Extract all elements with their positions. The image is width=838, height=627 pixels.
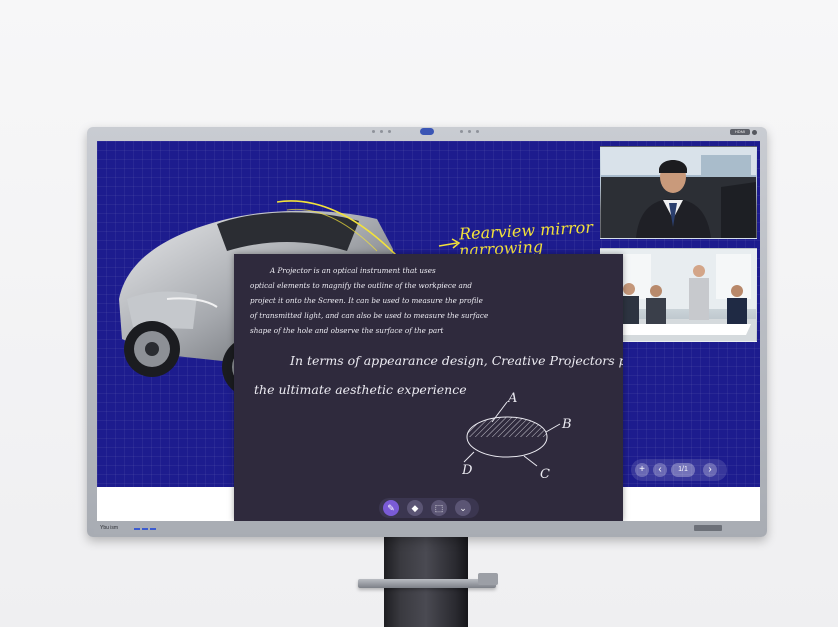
diagram-label-a: A <box>507 391 517 406</box>
microphone-dot <box>388 130 391 133</box>
lens-sketch-diagram: A B C D <box>462 391 572 482</box>
whiteboard-text-line: optical elements to magnify the outline … <box>250 281 473 290</box>
whiteboard-headline: In terms of appearance design, Creative … <box>290 353 623 368</box>
select-tool-icon[interactable]: ⬚ <box>431 500 447 516</box>
camera-icon <box>420 128 434 135</box>
control-panel <box>694 525 722 531</box>
page-navigation: + ‹ 1/1 › <box>631 459 727 481</box>
display-screen: Rearview mirror narrowing + ‹ 1/1 › A Pr… <box>97 141 760 521</box>
indicator-light <box>142 528 148 530</box>
whiteboard-text-line: project it onto the Screen. It can be us… <box>250 296 483 305</box>
indicator-light <box>150 528 156 530</box>
video-tile-meeting[interactable] <box>600 248 757 342</box>
more-options-icon[interactable]: ⌄ <box>455 500 471 516</box>
whiteboard-panel[interactable]: A Projector is an optical instrument tha… <box>234 254 623 521</box>
previous-page-button[interactable]: ‹ <box>653 463 667 477</box>
whiteboard-toolbar: ✎ ◆ ⬚ ⌄ <box>379 498 479 518</box>
stand-shelf-lip <box>478 573 498 585</box>
monitor-bottom-strip <box>94 522 764 534</box>
microphone-dot <box>380 130 383 133</box>
whiteboard-text-line: of transmitted light, and can also be us… <box>250 311 489 320</box>
diagram-label-d: D <box>462 463 473 478</box>
driver-video-image <box>601 147 756 238</box>
microphone-dot <box>372 130 375 133</box>
whiteboard-text-line: shape of the hole and observe the surfac… <box>250 326 444 335</box>
diagram-label-c: C <box>540 467 550 482</box>
page-indicator: 1/1 <box>671 463 695 477</box>
meeting-video-image <box>601 249 756 341</box>
video-tile-driver[interactable] <box>600 146 757 239</box>
diagram-label-b: B <box>561 417 572 432</box>
microphone-dot <box>468 130 471 133</box>
whiteboard-headline: the ultimate aesthetic experience <box>254 382 467 397</box>
indicator-light <box>134 528 140 530</box>
bezel-badge: HDMI <box>730 129 750 135</box>
pen-tool-icon[interactable]: ✎ <box>383 500 399 516</box>
microphone-dot <box>476 130 479 133</box>
power-indicator <box>752 130 757 135</box>
stand-shelf <box>358 579 496 588</box>
microphone-dot <box>460 130 463 133</box>
add-page-button[interactable]: + <box>635 463 649 477</box>
next-page-button[interactable]: › <box>703 463 717 477</box>
brand-label: Ybu ism <box>100 525 119 531</box>
whiteboard-text-line: A Projector is an optical instrument tha… <box>270 266 436 275</box>
eraser-tool-icon[interactable]: ◆ <box>407 500 423 516</box>
